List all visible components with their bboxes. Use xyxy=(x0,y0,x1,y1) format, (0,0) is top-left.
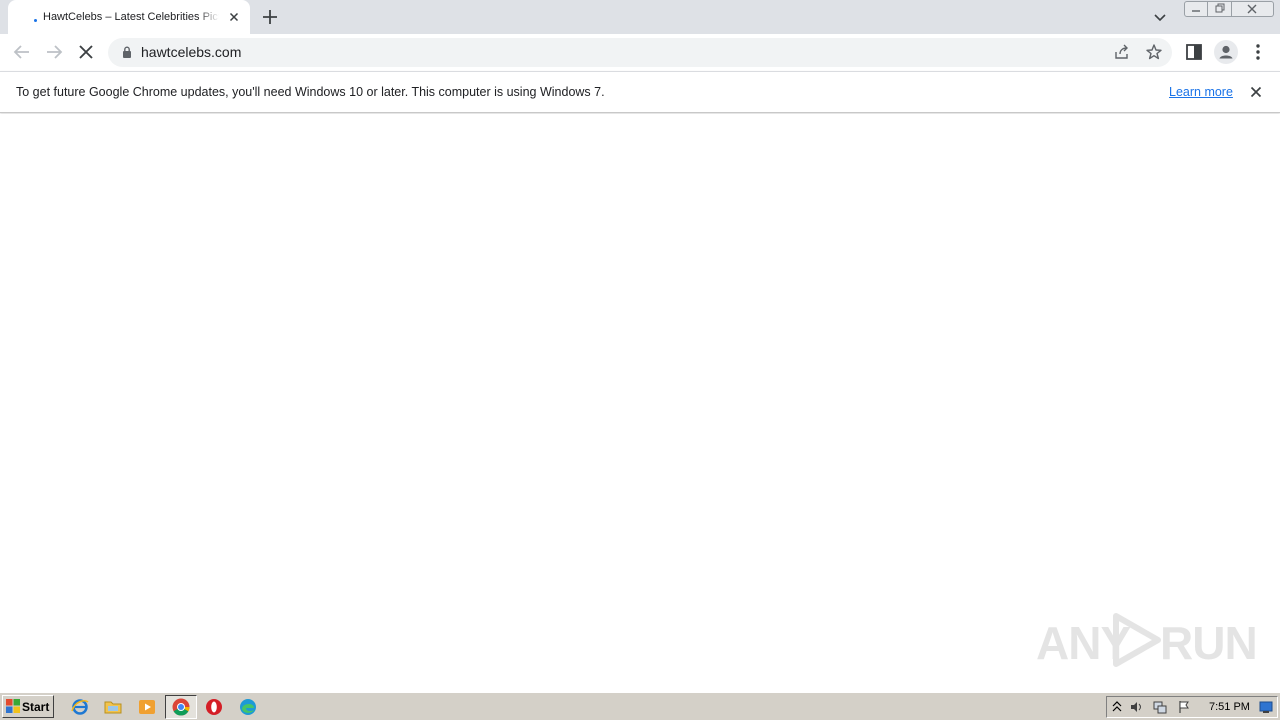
chrome-taskbar-button[interactable] xyxy=(165,695,197,719)
file-explorer-icon[interactable] xyxy=(103,697,123,717)
start-button[interactable]: Start xyxy=(2,695,54,718)
edge-icon[interactable] xyxy=(238,697,258,717)
lock-icon[interactable] xyxy=(120,45,134,59)
kebab-menu-icon[interactable] xyxy=(1246,40,1270,64)
forward-arrow-icon[interactable] xyxy=(42,40,66,64)
update-infobar: To get future Google Chrome updates, you… xyxy=(0,71,1280,113)
url-text: hawtcelebs.com xyxy=(141,44,242,60)
media-player-icon[interactable] xyxy=(137,697,157,717)
windows-taskbar: Start 7:51 PM xyxy=(0,692,1280,720)
new-tab-button[interactable] xyxy=(258,5,282,29)
minimize-icon xyxy=(1192,10,1200,12)
close-window-icon xyxy=(1247,4,1257,14)
star-icon[interactable] xyxy=(1145,43,1163,61)
chrome-icon xyxy=(172,698,190,716)
show-desktop-icon[interactable] xyxy=(1259,700,1273,714)
tab-title: HawtCelebs – Latest Celebrities Pictures xyxy=(43,11,219,23)
restore-icon xyxy=(1215,3,1225,13)
network-icon[interactable] xyxy=(1153,700,1167,714)
windows-logo-icon xyxy=(6,699,20,713)
profile-icon xyxy=(1219,45,1233,59)
infobar-close-icon[interactable] xyxy=(1248,84,1264,100)
tab-strip: HawtCelebs – Latest Celebrities Pictures xyxy=(0,0,1280,34)
stop-loading-icon[interactable] xyxy=(74,40,98,64)
back-arrow-icon[interactable] xyxy=(10,40,34,64)
chevron-down-icon[interactable] xyxy=(1150,7,1170,27)
side-panel-icon[interactable] xyxy=(1182,40,1206,64)
opera-icon[interactable] xyxy=(204,697,224,717)
system-tray xyxy=(1106,696,1278,718)
learn-more-link[interactable]: Learn more xyxy=(1169,84,1233,100)
speaker-icon[interactable] xyxy=(1129,700,1143,714)
infobar-message: To get future Google Chrome updates, you… xyxy=(16,85,605,99)
show-hidden-icons-icon[interactable] xyxy=(1110,700,1124,714)
restore-button[interactable] xyxy=(1208,1,1232,17)
minimize-button[interactable] xyxy=(1184,1,1208,17)
taskbar-clock[interactable]: 7:51 PM xyxy=(1209,701,1250,713)
action-center-flag-icon[interactable] xyxy=(1177,700,1191,714)
tab-hawtcelebs[interactable]: HawtCelebs – Latest Celebrities Pictures xyxy=(8,0,250,34)
share-icon[interactable] xyxy=(1113,43,1131,61)
anyrun-watermark: ANY RUN xyxy=(1036,606,1258,674)
play-logo-icon xyxy=(1113,613,1161,667)
profile-button[interactable] xyxy=(1214,40,1238,64)
close-icon[interactable] xyxy=(226,9,242,25)
address-bar[interactable]: hawtcelebs.com xyxy=(108,38,1172,67)
watermark-text-right: RUN xyxy=(1160,617,1258,669)
browser-toolbar: hawtcelebs.com xyxy=(0,34,1280,71)
internet-explorer-icon[interactable] xyxy=(70,697,90,717)
window-close-button[interactable] xyxy=(1232,1,1274,17)
start-label: Start xyxy=(22,700,50,714)
